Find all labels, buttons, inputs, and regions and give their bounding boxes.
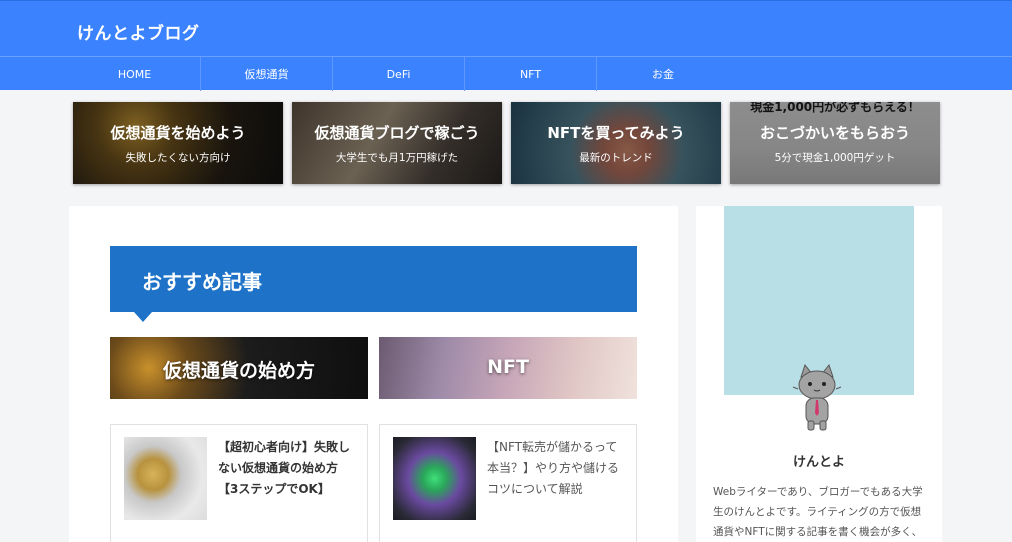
category-banner-label: NFT (487, 356, 529, 378)
section-heading-text: おすすめ記事 (142, 270, 262, 294)
article-title[interactable]: 【超初心者向け】失敗しない仮想通貨の始め方【3ステップでOK】 (218, 437, 354, 500)
pickup-subtitle: 最新のトレンド (579, 152, 653, 164)
pickup-title: NFTを買ってみよう (547, 124, 685, 142)
article-card[interactable]: 【超初心者向け】失敗しない仮想通貨の始め方【3ステップでOK】 (110, 424, 368, 542)
pickup-subtitle: 5分で現金1,000円ゲット (774, 152, 896, 164)
category-banner-crypto-start[interactable]: 仮想通貨の始め方 (110, 337, 368, 399)
site-title[interactable]: けんとよブログ (77, 19, 200, 44)
pickup-banners: 仮想通貨を始めよう 失敗したくない方向け 仮想通貨ブログで稼ごう 大学生でも月1… (73, 102, 940, 184)
cat-avatar-icon (792, 363, 842, 431)
nav-item-crypto[interactable]: 仮想通貨 (201, 57, 333, 91)
pickup-banner-pocket-money[interactable]: 現金1,000円が必ずもらえる！ おこづかいをもらおう 5分で現金1,000円ゲ… (730, 102, 940, 184)
article-thumbnail (124, 437, 207, 520)
article-card[interactable]: 【NFT転売が儲かるって本当？】やり方や儲けるコツについて解説 (379, 424, 637, 542)
category-banner-nft[interactable]: NFT (379, 337, 637, 399)
nav-item-home[interactable]: HOME (69, 57, 201, 91)
main-content: おすすめ記事 仮想通貨の始め方 NFT 【超初心者向け】失敗しない仮想通貨の始め… (69, 206, 678, 542)
profile-description: Webライターであり、ブロガーでもある大学生のけんとよです。ライティングの方で仮… (713, 486, 923, 538)
pickup-subtitle: 失敗したくない方向け (125, 152, 231, 164)
article-title[interactable]: 【NFT転売が儲かるって本当？】やり方や儲けるコツについて解説 (487, 437, 623, 500)
pickup-title: 仮想通貨ブログで稼ごう (314, 124, 480, 142)
nav-item-defi[interactable]: DeFi (333, 57, 465, 91)
heading-arrow (134, 312, 152, 322)
category-banner-label: 仮想通貨の始め方 (162, 360, 315, 382)
profile-name: けんとよ (792, 455, 845, 470)
global-nav: HOME 仮想通貨 DeFi NFT お金 (0, 56, 1012, 91)
pickup-title: おこづかいをもらおう (759, 124, 910, 142)
pickup-banner-crypto-start[interactable]: 仮想通貨を始めよう 失敗したくない方向け (73, 102, 283, 184)
pickup-banner-nft[interactable]: NFTを買ってみよう 最新のトレンド (511, 102, 721, 184)
site-header: けんとよブログ (0, 0, 1012, 56)
nav-item-money[interactable]: お金 (597, 57, 729, 91)
nav-item-nft[interactable]: NFT (465, 57, 597, 91)
pickup-title: 仮想通貨を始めよう (110, 124, 246, 142)
sidebar: けんとよ Webライターであり、ブロガーでもある大学生のけんとよです。ライティン… (696, 206, 942, 542)
pickup-banner-crypto-blog[interactable]: 仮想通貨ブログで稼ごう 大学生でも月1万円稼げた (292, 102, 502, 184)
section-heading: おすすめ記事 (110, 246, 637, 322)
article-thumbnail (393, 437, 476, 520)
pickup-subtitle: 大学生でも月1万円稼げた (335, 152, 459, 164)
